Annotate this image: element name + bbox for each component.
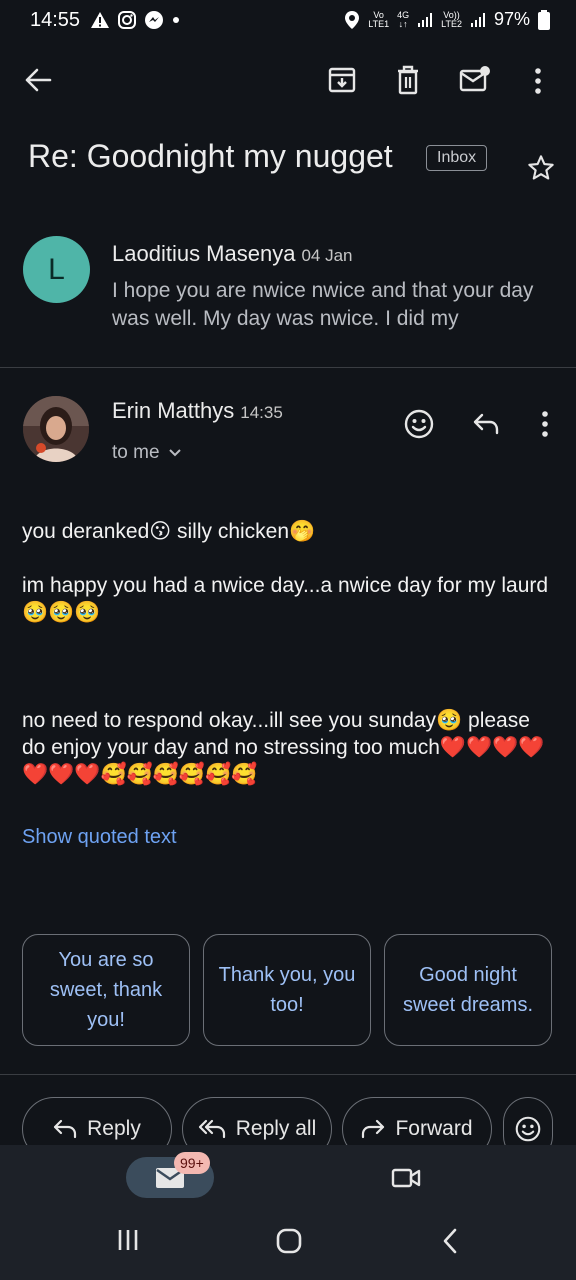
avatar: L <box>23 236 90 303</box>
message-time: 14:35 <box>240 403 283 422</box>
body-paragraph: im happy you had a nwice day...a nwice d… <box>22 574 549 624</box>
network-lte2: Vo)) LTE2 <box>441 9 462 29</box>
battery-icon <box>538 9 550 30</box>
top-app-bar <box>0 55 576 107</box>
show-quoted-text-link[interactable]: Show quoted text <box>22 826 177 849</box>
divider <box>0 367 576 368</box>
signal-icon <box>418 12 433 27</box>
unread-count-badge: 99+ <box>174 1152 210 1174</box>
recipient-line: to me <box>112 442 160 463</box>
star-icon[interactable] <box>527 154 555 182</box>
more-vert-icon[interactable] <box>533 67 543 95</box>
forward-label: Forward <box>395 1117 473 1140</box>
smart-reply-chip[interactable]: Good night sweet dreams. <box>384 934 552 1046</box>
inbox-label-chip[interactable]: Inbox <box>426 145 488 171</box>
smart-reply-chip[interactable]: Thank you, you too! <box>203 934 371 1046</box>
reply-all-icon <box>198 1119 225 1139</box>
message-snippet: I hope you are nwice nwice and that your… <box>112 279 534 330</box>
network-4g: 4G ↓↑ <box>397 9 410 29</box>
battery-percent: 97% <box>493 9 530 29</box>
more-vert-icon[interactable] <box>540 410 550 438</box>
trash-icon[interactable] <box>396 65 420 95</box>
forward-icon <box>362 1119 385 1139</box>
body-paragraph: you deranked😗 silly chicken🤭 <box>22 520 316 543</box>
back-nav-icon[interactable] <box>441 1228 459 1254</box>
home-icon[interactable] <box>276 1228 302 1254</box>
emoji-icon <box>515 1116 541 1142</box>
location-icon <box>345 10 360 29</box>
warning-icon <box>91 12 109 28</box>
mark-unread-icon[interactable] <box>459 65 491 93</box>
network-lte1: Vo LTE1 <box>368 9 390 29</box>
messenger-icon <box>145 11 163 29</box>
divider <box>0 1074 576 1075</box>
emoji-react-icon[interactable] <box>404 409 434 439</box>
dot-icon <box>173 17 179 23</box>
recent-apps-icon[interactable] <box>117 1228 139 1252</box>
reply-label: Reply <box>87 1117 141 1140</box>
message-body: you deranked😗 silly chicken🤭 im happy yo… <box>22 518 552 788</box>
reply-all-label: Reply all <box>235 1117 317 1140</box>
status-time: 14:55 <box>30 9 81 31</box>
sender-name: Laoditius Masenya <box>112 241 296 266</box>
meet-video-icon[interactable] <box>391 1167 421 1189</box>
chevron-down-icon <box>168 449 181 457</box>
status-bar: 14:55 Vo LTE1 4G ↓↑ Vo)) LTE2 97% <box>0 0 576 42</box>
bottom-navigation <box>0 1145 576 1280</box>
sender-name: Erin Matthys <box>112 398 235 423</box>
reply-icon[interactable] <box>472 412 500 436</box>
signal-icon <box>470 12 485 27</box>
instagram-icon <box>118 11 136 29</box>
thread-subject: Re: Goodnight my nugget <box>28 138 393 174</box>
smart-reply-chip[interactable]: You are so sweet, thank you! <box>22 934 190 1046</box>
reply-icon <box>54 1119 77 1139</box>
message-date: 04 Jan <box>301 246 353 265</box>
body-paragraph: no need to respond okay...ill see you su… <box>22 709 545 786</box>
avatar <box>23 396 89 462</box>
back-arrow-icon[interactable] <box>24 67 52 93</box>
recipient-details-toggle[interactable]: to me <box>112 442 182 464</box>
archive-icon[interactable] <box>328 66 356 94</box>
